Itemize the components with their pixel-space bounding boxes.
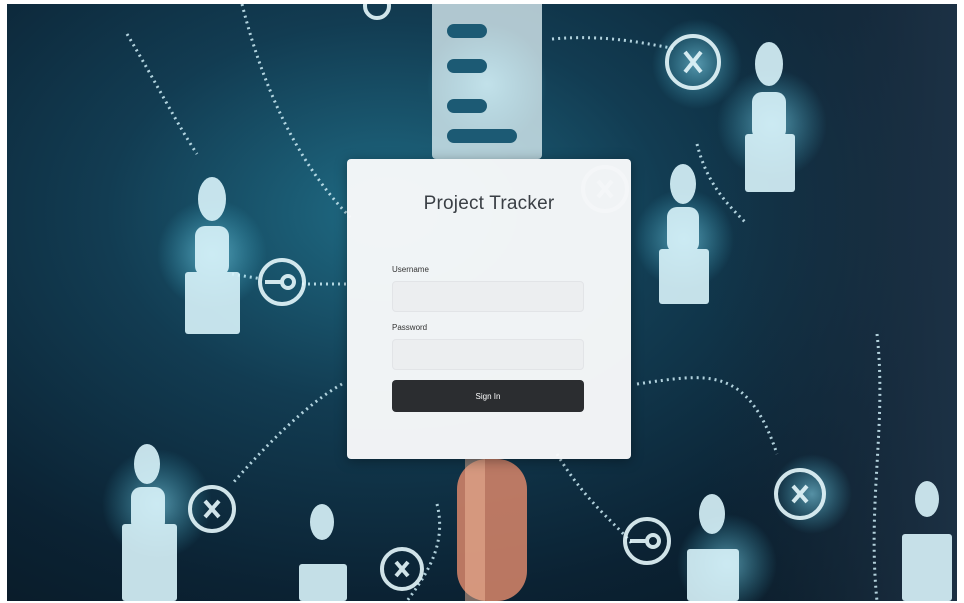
user-icon (299, 504, 347, 601)
key-icon (623, 517, 671, 565)
document-icon (432, 4, 542, 159)
hand-icon (457, 459, 527, 601)
login-card: Project Tracker Username Password Sign I… (347, 159, 631, 459)
key-icon (258, 258, 306, 306)
username-input[interactable] (392, 281, 584, 312)
username-label: Username (392, 265, 429, 274)
close-icon (380, 547, 424, 591)
password-input[interactable] (392, 339, 584, 370)
sign-in-button[interactable]: Sign In (392, 380, 584, 412)
login-page: Project Tracker Username Password Sign I… (7, 4, 957, 601)
password-label: Password (392, 323, 428, 332)
app-title: Project Tracker (423, 193, 555, 214)
close-icon (363, 4, 391, 20)
